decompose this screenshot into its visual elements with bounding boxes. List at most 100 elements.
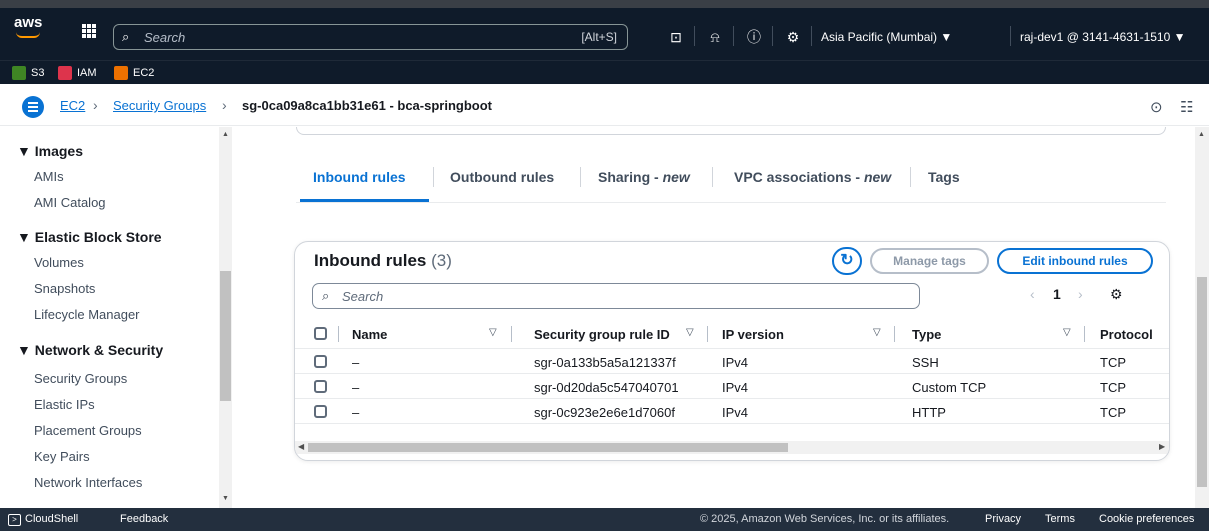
breadcrumb: EC2 › Security Groups › sg-0ca09a8ca1bb3… — [0, 86, 1209, 126]
table-row[interactable]: – sgr-0c923e2e6e1d7060f IPv4 HTTP TCP — [295, 400, 1169, 424]
column-divider[interactable] — [707, 326, 708, 342]
sidebar-item-placement-groups[interactable]: Placement Groups — [34, 423, 142, 438]
page-number[interactable]: 1 — [1053, 286, 1061, 302]
sidebar-item-key-pairs[interactable]: Key Pairs — [34, 449, 90, 464]
rules-search-input[interactable]: ⌕ Search — [312, 283, 920, 309]
row-checkbox[interactable] — [314, 355, 327, 368]
tab-divider — [433, 167, 434, 187]
scroll-up-icon[interactable]: ▲ — [222, 131, 229, 138]
favorite-ec2[interactable]: EC2 — [114, 65, 154, 81]
search-placeholder: Search — [342, 289, 384, 304]
ec2-icon — [114, 66, 128, 80]
sidebar-section-images[interactable]: ▼ Images — [17, 143, 83, 159]
tab-vpc-associations[interactable]: VPC associations - new — [734, 169, 891, 185]
bell-icon[interactable]: ⍾ — [702, 25, 728, 49]
refresh-button[interactable]: ↻ — [832, 247, 862, 275]
tab-inbound-rules[interactable]: Inbound rules — [313, 169, 406, 185]
row-checkbox[interactable] — [314, 405, 327, 418]
column-divider[interactable] — [511, 326, 512, 342]
row-checkbox[interactable] — [314, 380, 327, 393]
column-header-rule-id[interactable]: Security group rule ID — [534, 327, 670, 342]
scrollbar-thumb[interactable] — [308, 443, 788, 452]
cell-name: – — [352, 355, 360, 370]
sidebar-item-amis[interactable]: AMIs — [34, 169, 64, 184]
sidebar-section-ebs[interactable]: ▼ Elastic Block Store — [17, 229, 162, 245]
scroll-down-icon[interactable]: ▼ — [222, 495, 229, 502]
sort-caret-icon[interactable]: ▽ — [873, 327, 881, 338]
previous-page-icon[interactable]: ‹ — [1030, 286, 1035, 302]
account-menu[interactable]: raj-dev1 @ 3141-4631-1510 ▼ — [1020, 30, 1186, 44]
sort-caret-icon[interactable]: ▽ — [489, 327, 497, 338]
cell-ip-version: IPv4 — [722, 355, 749, 370]
tab-label: Inbound rules — [313, 169, 406, 185]
aws-logo[interactable]: aws — [14, 14, 46, 42]
sort-caret-icon[interactable]: ▽ — [1063, 327, 1071, 338]
tab-label: Tags — [928, 169, 960, 185]
column-header-protocol[interactable]: Protocol — [1100, 327, 1153, 342]
column-header-type[interactable]: Type — [912, 327, 941, 342]
services-menu-icon[interactable] — [82, 24, 96, 38]
scrollbar-thumb[interactable] — [220, 271, 231, 401]
sidebar-item-lifecycle-manager[interactable]: Lifecycle Manager — [34, 307, 140, 322]
edit-inbound-rules-button[interactable]: Edit inbound rules — [997, 248, 1153, 274]
breadcrumb-link[interactable]: EC2 — [60, 98, 85, 113]
tab-sharing[interactable]: Sharing - new — [598, 169, 690, 185]
favorite-label: S3 — [31, 67, 45, 79]
table-settings-gear-icon[interactable]: ⚙ — [1110, 286, 1123, 303]
select-all-checkbox[interactable] — [314, 327, 327, 340]
tab-tags[interactable]: Tags — [928, 169, 960, 185]
table-horizontal-scrollbar[interactable]: ◀ ▶ — [295, 441, 1169, 454]
region-selector[interactable]: Asia Pacific (Mumbai) ▼ — [821, 30, 952, 44]
cloudshell-button[interactable]: > CloudShell — [8, 513, 78, 526]
favorite-iam[interactable]: IAM — [58, 65, 97, 81]
favorite-s3[interactable]: S3 — [12, 65, 44, 81]
scroll-left-icon[interactable]: ◀ — [298, 442, 304, 451]
sidebar-scrollbar[interactable]: ▲ ▼ — [219, 127, 232, 508]
aws-logo-text: aws — [14, 14, 43, 31]
sidebar-item-volumes[interactable]: Volumes — [34, 255, 84, 270]
cookie-preferences-link[interactable]: Cookie preferences — [1099, 513, 1194, 525]
main-scrollbar[interactable]: ▲ — [1195, 127, 1209, 508]
breadcrumb-link[interactable]: Security Groups — [113, 98, 206, 113]
search-icon: ⌕ — [322, 288, 330, 303]
next-page-icon[interactable]: › — [1078, 286, 1083, 302]
tab-label: Outbound rules — [450, 169, 555, 185]
table-row[interactable]: – sgr-0d20da5c547040701 IPv4 Custom TCP … — [295, 375, 1169, 399]
sidebar-section-network-security[interactable]: ▼ Network & Security — [17, 342, 163, 358]
scroll-right-icon[interactable]: ▶ — [1159, 442, 1165, 451]
column-divider[interactable] — [894, 326, 895, 342]
active-tab-indicator — [300, 199, 429, 202]
column-header-ip-version[interactable]: IP version — [722, 327, 784, 342]
breadcrumb-security-groups[interactable]: Security Groups — [113, 98, 206, 113]
tab-new-badge: new — [662, 169, 690, 185]
sidebar-item-snapshots[interactable]: Snapshots — [34, 281, 95, 296]
cell-type: HTTP — [912, 405, 946, 420]
tab-outbound-rules[interactable]: Outbound rules — [450, 169, 554, 185]
terms-link[interactable]: Terms — [1045, 513, 1075, 525]
manage-tags-button[interactable]: Manage tags — [870, 248, 989, 274]
scroll-up-icon[interactable]: ▲ — [1198, 131, 1205, 138]
scrollbar-thumb[interactable] — [1197, 277, 1207, 487]
feedback-link[interactable]: Feedback — [120, 513, 168, 525]
chevron-right-icon: › — [222, 97, 227, 113]
cloudshell-icon[interactable]: ⊡ — [663, 25, 689, 49]
sort-caret-icon[interactable]: ▽ — [686, 327, 694, 338]
table-row[interactable]: – sgr-0a133b5a5a121337f IPv4 SSH TCP — [295, 350, 1169, 374]
feedback-icon[interactable]: ☷ — [1180, 98, 1193, 116]
top-navigation: aws ⌕ Search [Alt+S] ⊡ ⍾ ⓘ ⚙ Asia Pacifi… — [0, 0, 1209, 60]
nav-divider — [694, 26, 695, 46]
sidebar-item-security-groups[interactable]: Security Groups — [34, 371, 127, 386]
column-header-name[interactable]: Name — [352, 327, 387, 342]
sidebar-item-ami-catalog[interactable]: AMI Catalog — [34, 195, 106, 210]
help-icon[interactable]: ⓘ — [741, 25, 767, 49]
breadcrumb-ec2[interactable]: EC2 — [60, 98, 85, 113]
gear-icon[interactable]: ⚙ — [780, 25, 806, 49]
cloudshell-label: CloudShell — [25, 513, 79, 525]
sidebar-item-network-interfaces[interactable]: Network Interfaces — [34, 475, 142, 490]
hamburger-menu-icon[interactable] — [22, 96, 44, 118]
notifications-icon[interactable]: ⊙ — [1150, 98, 1163, 116]
sidebar-item-elastic-ips[interactable]: Elastic IPs — [34, 397, 95, 412]
privacy-link[interactable]: Privacy — [985, 513, 1021, 525]
column-divider[interactable] — [1084, 326, 1085, 342]
global-search-input[interactable]: ⌕ Search [Alt+S] — [113, 24, 628, 50]
